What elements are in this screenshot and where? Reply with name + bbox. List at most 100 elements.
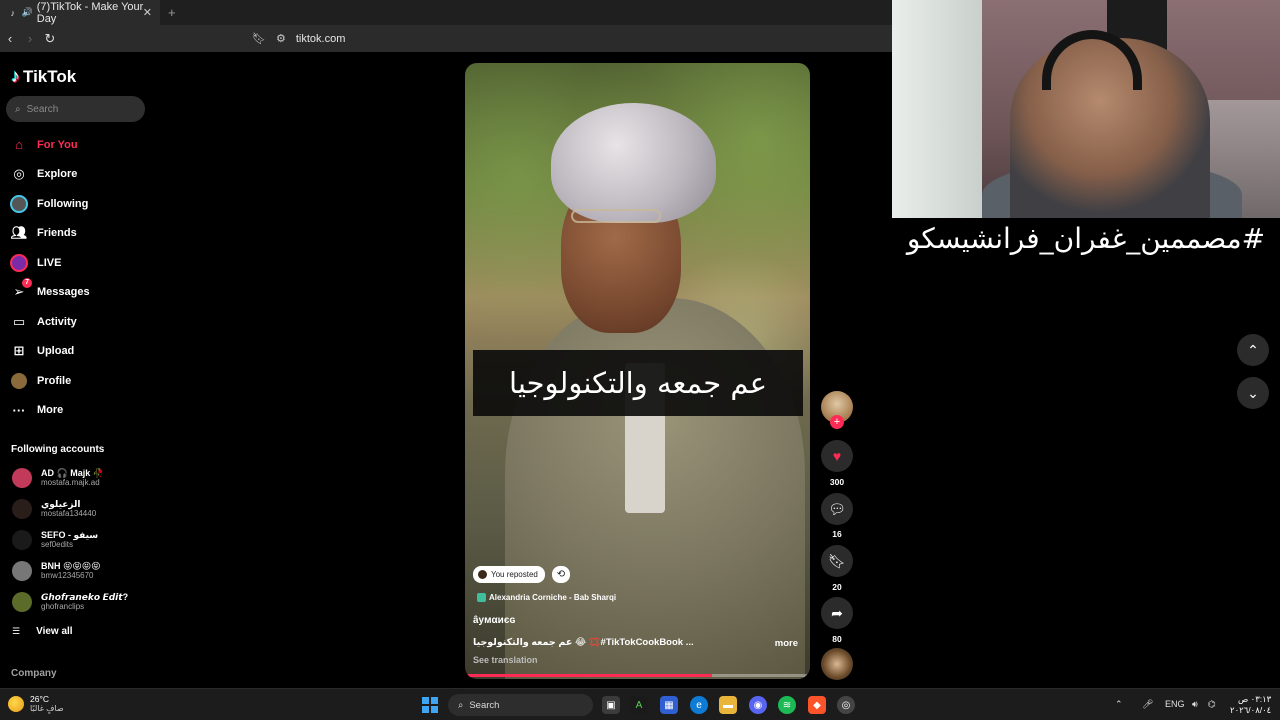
more-button[interactable]: more — [775, 638, 798, 649]
video-caption-overlay: عم جمعه والتكنولوجيا — [473, 350, 803, 416]
address-bar[interactable]: 🔖︎ ⚙︎ tiktok.com — [252, 29, 345, 48]
tray-chevron-icon[interactable]: ⌃ — [1115, 699, 1123, 710]
nav-label: LIVE — [37, 256, 62, 269]
discord-icon[interactable]: ◉ — [749, 696, 767, 714]
nav-label: Friends — [37, 227, 77, 240]
video-author[interactable]: âyмαиєɢ — [473, 615, 515, 626]
search-box[interactable]: ⌕ — [6, 96, 145, 122]
scroll-up-button[interactable]: ⌃ — [1237, 334, 1269, 366]
following-avatar-icon — [10, 194, 28, 213]
taskbar-clock[interactable]: ٠٣:١٣ ص ٢٠٢٦/٠٨/٠٤ — [1230, 694, 1271, 716]
scroll-down-button[interactable]: ⌄ — [1237, 377, 1269, 409]
taskbar-search[interactable]: ⌕ Search — [448, 694, 593, 716]
music-disc-icon[interactable] — [821, 648, 853, 680]
close-tab-icon[interactable]: ✕ — [143, 6, 152, 19]
reload-icon[interactable]: ↻ — [40, 31, 60, 47]
tiktok-logo[interactable]: ♪ TikTok — [11, 66, 76, 87]
windows-start-icon[interactable] — [422, 697, 438, 713]
weather-widget[interactable]: 26°C صافٍ غالبًا — [8, 694, 64, 714]
browser-toolbar: ‹ › ↻ 🔖︎ ⚙︎ tiktok.com — [0, 25, 892, 52]
reposted-pill[interactable]: You reposted — [473, 566, 545, 583]
share-arrow-icon[interactable]: ➦ — [821, 597, 853, 629]
site-info-icon[interactable]: ⚙︎ — [276, 32, 286, 45]
volume-icon[interactable]: 🔊︎ — [1192, 699, 1198, 710]
store-icon[interactable]: ▦ — [660, 696, 678, 714]
nav-live[interactable]: LIVE — [0, 248, 150, 278]
brand-name: TikTok — [23, 66, 77, 86]
windows-taskbar: 26°C صافٍ غالبًا ⌕ Search ▣ A ▦ e ▬ ◉ ≋ … — [0, 688, 1280, 720]
bookmark-icon[interactable]: 🔖︎ — [821, 545, 853, 577]
sidebar: ♪ TikTok ⌕ ⌂ For You ◎ Explore Following… — [0, 52, 150, 688]
account-item[interactable]: 𝙂𝙝𝙤𝙛𝙧𝙖𝙣𝙚𝙠𝙤 𝙀𝙙𝙞𝙩? ghofranclips — [0, 586, 150, 617]
account-item[interactable]: الزعيلوي mostafa134440 — [0, 493, 150, 524]
spotify-icon[interactable]: ≋ — [778, 696, 796, 714]
nav-label: For You — [37, 138, 78, 151]
nav-upload[interactable]: ⊞ Upload — [0, 337, 150, 367]
nav-profile[interactable]: Profile — [0, 366, 150, 396]
nav-label: More — [37, 404, 64, 417]
forward-icon[interactable]: › — [20, 31, 40, 46]
follow-plus-icon[interactable]: + — [830, 415, 844, 429]
comment-icon[interactable]: 💬︎ — [821, 493, 853, 525]
nav-explore[interactable]: ◎ Explore — [0, 160, 150, 190]
following-accounts-list: AD 🎧 Majk 🥀 mostafa.majk.ad الزعيلوي mosta… — [0, 462, 150, 617]
language-indicator[interactable]: ENG — [1165, 699, 1185, 709]
account-username: sef0edits — [41, 539, 74, 549]
taskbar-search-label: Search — [469, 699, 500, 711]
edge-icon[interactable]: e — [690, 696, 708, 714]
app-icon[interactable]: A — [630, 696, 648, 714]
messages-badge: 7 — [22, 278, 32, 289]
video-person-glasses — [571, 209, 661, 223]
network-icon[interactable]: ⌬ — [1208, 699, 1216, 710]
search-input[interactable] — [26, 103, 127, 115]
location-pin-icon — [477, 593, 486, 602]
weather-condition: صافٍ غالبًا — [30, 704, 64, 713]
tiktok-favicon-icon: ♪ — [10, 7, 16, 18]
nav-friends[interactable]: 👥︎ Friends — [0, 219, 150, 249]
chevron-up-icon: ⌃ — [1247, 341, 1259, 358]
task-view-icon[interactable]: ▣ — [602, 696, 620, 714]
back-icon[interactable]: ‹ — [0, 31, 20, 46]
browser-tab[interactable]: ♪ 🔊 (7)TikTok - Make Your Day ✕ — [0, 0, 160, 25]
bookmark-icon[interactable]: 🔖︎ — [252, 32, 266, 45]
chevron-down-icon: ⌄ — [1247, 384, 1259, 401]
view-all-link[interactable]: ☰ View all — [12, 626, 73, 637]
home-icon: ⌂ — [15, 137, 23, 153]
company-link[interactable]: Company — [11, 668, 57, 679]
account-item[interactable]: BNH 😝😝😝😝 bmw12345670 — [0, 555, 150, 586]
nav-label: Following — [37, 197, 89, 210]
microphone-icon[interactable]: 🎤︎ — [1142, 699, 1153, 710]
clock-time: ٠٣:١٣ ص — [1237, 694, 1272, 704]
live-icon — [10, 253, 28, 272]
video-progress-bar[interactable] — [467, 674, 807, 677]
nav-more[interactable]: ··· More — [0, 396, 150, 426]
account-username: ghofranclips — [41, 601, 85, 611]
account-avatar — [12, 467, 32, 488]
new-tab-icon[interactable]: + — [168, 5, 176, 20]
location-tag[interactable]: Alexandria Corniche - Bab Sharqi — [477, 593, 616, 602]
webcam-overlay — [892, 0, 1280, 218]
file-explorer-icon[interactable]: ▬ — [719, 696, 737, 714]
nav-following[interactable]: Following — [0, 189, 150, 219]
nav-messages[interactable]: ➢ 7 Messages — [0, 278, 150, 308]
repost-icon[interactable]: ⟲ — [552, 566, 570, 583]
brave-icon[interactable]: ◆ — [808, 696, 826, 714]
account-username: mostafa134440 — [41, 508, 97, 518]
video-player[interactable]: عم جمعه والتكنولوجيا You reposted ⟲ Alex… — [465, 63, 810, 679]
share-count: 80 — [832, 634, 842, 644]
nav-for-you[interactable]: ⌂ For You — [0, 130, 150, 160]
see-translation-link[interactable]: See translation — [473, 655, 538, 665]
video-person-turban — [551, 103, 716, 223]
profile-avatar-icon — [10, 372, 28, 390]
account-item[interactable]: AD 🎧 Majk 🥀 mostafa.majk.ad — [0, 462, 150, 493]
like-heart-icon[interactable]: ♥ — [821, 440, 853, 472]
account-item[interactable]: SEFO - سيفو sef0edits — [0, 524, 150, 555]
main-nav: ⌂ For You ◎ Explore Following 👥︎ Friends… — [0, 130, 150, 425]
account-username: bmw12345670 — [41, 570, 94, 580]
screen: ♪ 🔊 (7)TikTok - Make Your Day ✕ + ‹ › ↻ … — [0, 0, 1280, 720]
nav-activity[interactable]: ▭ Activity — [0, 307, 150, 337]
obs-icon[interactable]: ◎ — [837, 696, 855, 714]
view-all-label: View all — [36, 626, 73, 637]
account-name: الزعيلوي — [41, 498, 81, 509]
search-icon: ⌕ — [458, 699, 464, 711]
